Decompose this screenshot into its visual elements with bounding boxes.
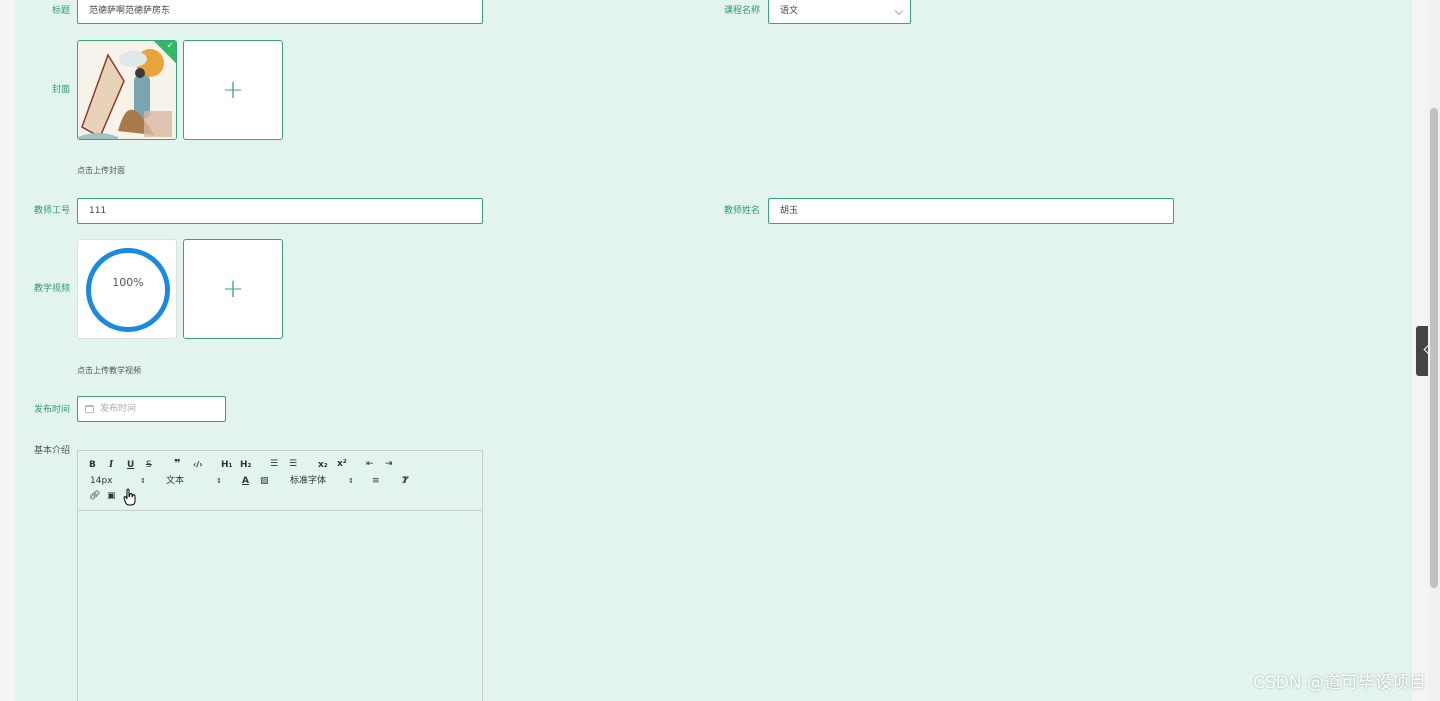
editor-toolbar: B I U S ❞ ‹/› H₁ H₂ ☰ ☰ x₂ x² ⇤ ⇥ 14px ⇕… <box>78 451 482 511</box>
cover-upload-button[interactable]: + <box>183 40 283 140</box>
title-label: 标题 <box>51 6 70 16</box>
check-icon: ✓ <box>166 41 174 51</box>
hand-cursor-icon <box>123 488 136 506</box>
intro-label: 基本介绍 <box>33 446 70 456</box>
superscript-icon[interactable]: x² <box>337 459 347 469</box>
strike-icon[interactable]: S <box>146 460 152 470</box>
progress-text: 100% <box>112 276 144 289</box>
plus-icon: + <box>222 75 244 105</box>
outdent-icon[interactable]: ⇤ <box>366 459 374 469</box>
scrollbar-thumb[interactable] <box>1430 108 1438 588</box>
clear-format-icon[interactable]: T̷ <box>402 476 408 486</box>
publish-time-label: 发布时间 <box>33 405 70 415</box>
code-icon[interactable]: ‹/› <box>193 460 203 470</box>
header-picker[interactable]: 文本 <box>166 476 184 486</box>
course-label: 课程名称 <box>723 6 760 16</box>
video-label: 教学视频 <box>33 284 70 294</box>
bullet-list-icon[interactable]: ☰ <box>289 459 297 469</box>
align-icon[interactable]: ≡ <box>372 476 380 486</box>
underline-icon[interactable]: U <box>127 460 134 470</box>
video-upload-button[interactable]: + <box>183 239 283 339</box>
font-color-icon[interactable]: A <box>242 476 249 486</box>
rich-text-editor[interactable]: B I U S ❞ ‹/› H₁ H₂ ☰ ☰ x₂ x² ⇤ ⇥ 14px ⇕… <box>77 450 483 701</box>
h1-icon[interactable]: H₁ <box>221 460 232 470</box>
font-family-arrow-icon: ⇕ <box>348 477 354 485</box>
course-select[interactable]: 语文 <box>768 0 911 24</box>
indent-icon[interactable]: ⇥ <box>385 459 393 469</box>
scrollbar[interactable] <box>1428 0 1440 701</box>
font-size-arrow-icon: ⇕ <box>140 477 146 485</box>
cover-hint: 点击上传封面 <box>77 166 125 175</box>
teacher-id-label: 教师工号 <box>33 206 70 216</box>
video-hint: 点击上传教学视频 <box>77 366 141 375</box>
teacher-id-input[interactable]: 111 <box>77 198 483 224</box>
h2-icon[interactable]: H₂ <box>240 460 251 470</box>
cover-thumbnail[interactable]: ✓ <box>77 40 177 140</box>
publish-time-input[interactable]: 发布时间 <box>77 396 226 422</box>
progress-ring <box>86 248 170 332</box>
ordered-list-icon[interactable]: ☰ <box>270 459 278 469</box>
teacher-name-input[interactable]: 胡玉 <box>768 198 1174 224</box>
cover-label: 封面 <box>51 85 70 95</box>
subscript-icon[interactable]: x₂ <box>318 460 328 470</box>
bold-icon[interactable]: B <box>89 460 96 470</box>
header-arrow-icon: ⇕ <box>216 477 222 485</box>
link-icon[interactable]: 🔗︎ <box>89 491 100 501</box>
watermark: CSDN @道可毕设项目 <box>1253 673 1426 693</box>
teacher-name-label: 教师姓名 <box>723 206 760 216</box>
cover-image <box>78 41 176 139</box>
calendar-icon <box>85 405 94 413</box>
title-input[interactable]: 范德萨啊范德萨房东 <box>77 0 483 24</box>
course-select-value: 语文 <box>780 6 799 16</box>
quote-icon[interactable]: ❞ <box>174 458 180 469</box>
chevron-down-icon <box>894 6 904 16</box>
font-family-picker[interactable]: 标准字体 <box>290 476 326 486</box>
background-color-icon[interactable]: ▨ <box>260 476 269 486</box>
image-icon[interactable]: ▣ <box>107 491 116 501</box>
italic-icon[interactable]: I <box>109 460 113 470</box>
video-upload-progress: 100% <box>77 239 177 339</box>
plus-icon: + <box>222 274 244 304</box>
publish-time-placeholder: 发布时间 <box>100 404 137 414</box>
font-size-picker[interactable]: 14px <box>90 476 113 486</box>
